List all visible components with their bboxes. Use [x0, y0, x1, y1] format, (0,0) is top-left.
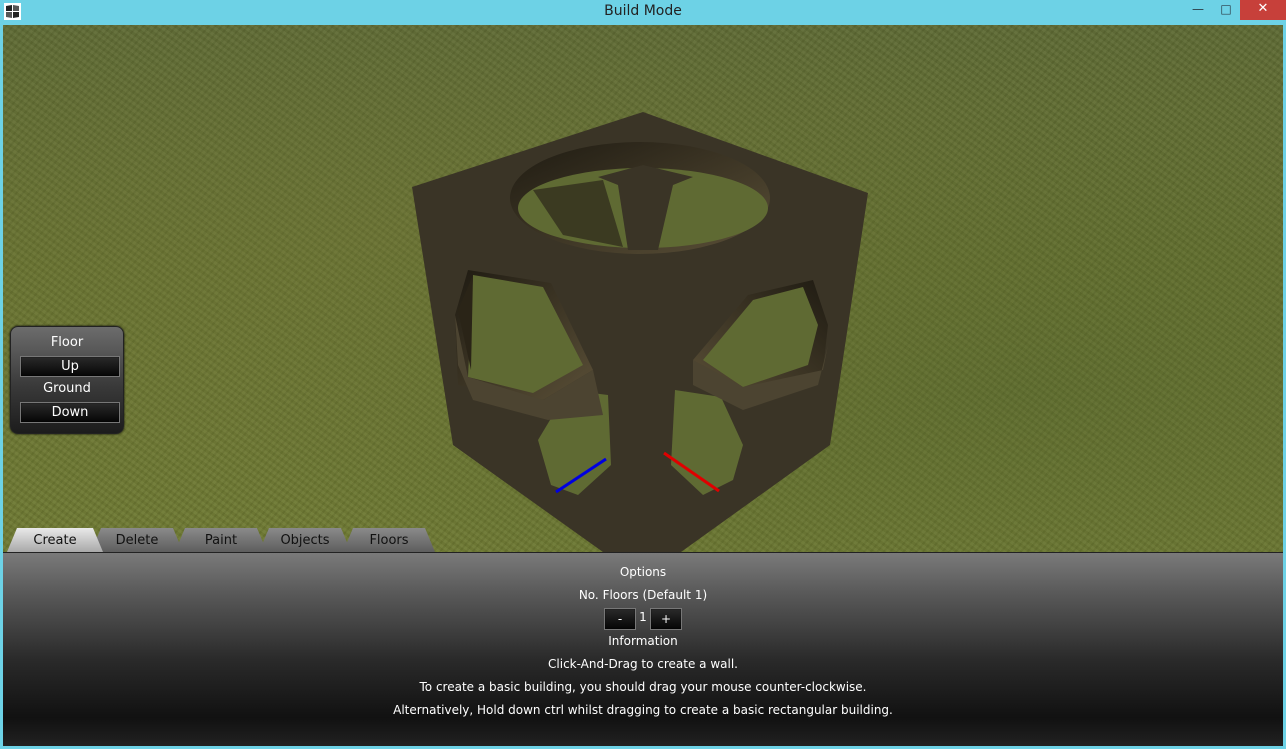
maximize-button[interactable]: □: [1212, 0, 1240, 20]
title-bar[interactable]: Build Mode — □ ✕: [0, 0, 1286, 24]
info-text-line: To create a basic building, you should d…: [419, 680, 867, 694]
floor-down-button[interactable]: Down: [20, 402, 120, 423]
window-frame: Floor Up Ground Down Floors Objects Pain…: [3, 25, 1283, 746]
floors-stepper: - 1 +: [604, 608, 682, 630]
floor-title: Floor: [50, 335, 84, 350]
info-text-line: Click-And-Drag to create a wall.: [548, 657, 738, 671]
floor-panel: Floor Up Ground Down: [10, 326, 124, 434]
minimize-button[interactable]: —: [1184, 0, 1212, 20]
create-panel: Options No. Floors (Default 1) - 1 + Inf…: [3, 552, 1283, 746]
increase-floors-button[interactable]: +: [650, 608, 682, 630]
info-text-line: Alternatively, Hold down ctrl whilst dra…: [393, 703, 893, 717]
tab-paint[interactable]: Paint: [175, 528, 267, 552]
current-floor-label: Ground: [43, 381, 91, 396]
tab-create[interactable]: Create: [7, 528, 103, 552]
tab-bar: Floors Objects Paint Delete Create: [3, 528, 1283, 552]
decrease-floors-button[interactable]: -: [604, 608, 636, 630]
floor-up-button[interactable]: Up: [20, 356, 120, 377]
options-title: Options: [619, 565, 667, 579]
tab-floors[interactable]: Floors: [343, 528, 435, 552]
tab-objects[interactable]: Objects: [259, 528, 351, 552]
window-title: Build Mode: [604, 3, 682, 19]
close-button[interactable]: ✕: [1240, 0, 1286, 20]
information-title: Information: [608, 634, 678, 648]
floors-count-label: No. Floors (Default 1): [578, 588, 708, 602]
floors-count-value: 1: [639, 610, 647, 624]
cube-model: [412, 112, 868, 552]
3d-viewport[interactable]: Floor Up Ground Down: [3, 25, 1283, 552]
tab-delete[interactable]: Delete: [91, 528, 183, 552]
